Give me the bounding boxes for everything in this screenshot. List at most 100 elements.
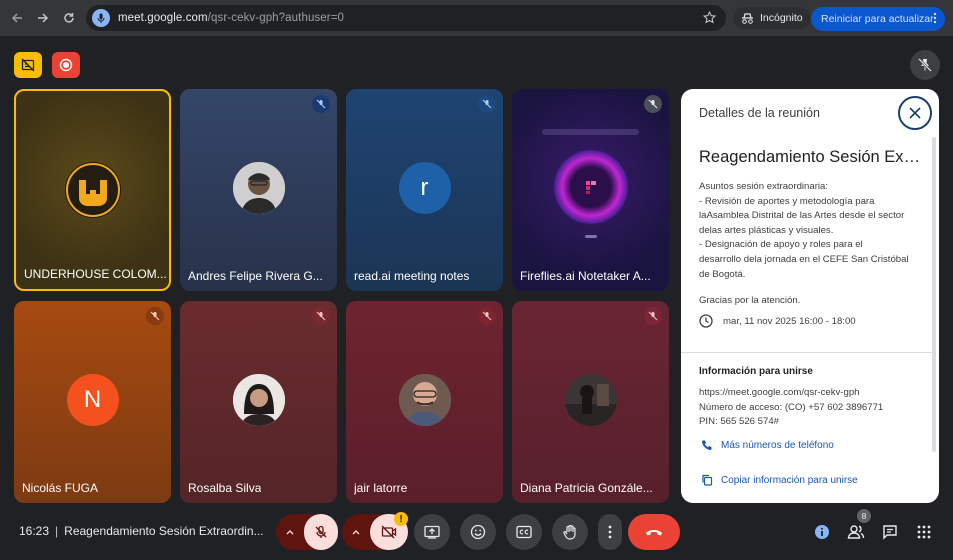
meeting-title-short: Reagendamiento Sesión Extraordin... [64, 524, 264, 538]
more-phone-numbers-link[interactable]: Más números de teléfono [701, 439, 834, 451]
copy-icon [702, 474, 713, 486]
camera-warning-icon[interactable]: ! [394, 512, 408, 526]
participant-avatar: N [66, 374, 119, 426]
restart-to-update-button[interactable]: Reiniciar para actualizar [811, 7, 945, 31]
emoji-icon [470, 524, 486, 540]
muted-mic-icon [146, 307, 164, 325]
address-bar[interactable]: meet.google.com/qsr-cekv-gph?authuser=0 [86, 5, 726, 31]
close-icon [909, 107, 921, 119]
phone-icon [702, 440, 712, 450]
participant-name: read.ai meeting notes [354, 269, 470, 283]
camera-off-icon [381, 525, 397, 539]
separator: | [55, 524, 59, 538]
incognito-label: Incógnito [760, 12, 803, 24]
description-line: Asuntos sesión extraordinaria: [699, 181, 829, 192]
participant-name: Andres Felipe Rivera G... [188, 269, 323, 283]
update-label: Reiniciar para actualizar [821, 13, 934, 25]
muted-mic-icon [644, 307, 662, 325]
activities-grid-icon[interactable] [914, 522, 934, 542]
meeting-details-panel: Detalles de la reunión Reagendamiento Se… [681, 89, 939, 503]
end-call-button[interactable] [628, 514, 680, 550]
more-vert-icon [608, 525, 612, 539]
more-phone-numbers-label: Más números de teléfono [721, 439, 834, 451]
incognito-indicator[interactable]: Incógnito [733, 7, 811, 29]
reactions-button[interactable] [460, 514, 496, 550]
participant-tile[interactable]: N Nicolás FUGA [14, 301, 171, 503]
panel-divider [681, 352, 935, 353]
more-vert-icon[interactable] [933, 12, 937, 27]
url-text: meet.google.com/qsr-cekv-gph?authuser=0 [118, 12, 344, 24]
muted-mic-icon [478, 307, 496, 325]
incognito-icon [742, 12, 753, 24]
description-line: - Designación de apoyo y roles para el [699, 239, 863, 251]
unpin-icon[interactable] [910, 50, 940, 80]
url-path: /qsr-cekv-gph?authuser=0 [207, 12, 345, 24]
participant-tile[interactable]: Andres Felipe Rivera G... [180, 89, 337, 291]
muted-mic-icon [312, 307, 330, 325]
meeting-details-info-icon[interactable] [812, 522, 832, 542]
muted-mic-icon [478, 95, 496, 113]
captions-off-indicator-icon[interactable] [14, 52, 42, 78]
participant-tile[interactable]: r read.ai meeting notes [346, 89, 503, 291]
raise-hand-button[interactable] [552, 514, 588, 550]
meeting-date-row: mar, 11 nov 2025 16:00 - 18:00 [699, 314, 856, 328]
participant-tile[interactable]: UNDERHOUSE COLOM... [14, 89, 171, 291]
mic-control-group [276, 514, 338, 550]
copy-join-info-label: Copiar información para unirse [721, 474, 858, 486]
microphone-site-icon[interactable] [92, 9, 110, 27]
more-options-button[interactable] [598, 514, 622, 550]
captions-button[interactable] [506, 514, 542, 550]
panel-scrollbar[interactable] [932, 137, 936, 452]
avatar-letter: r [420, 174, 429, 201]
hang-up-icon [646, 530, 662, 536]
participant-avatar: r [398, 162, 451, 214]
participant-name: UNDERHOUSE COLOM... [24, 267, 167, 281]
recording-indicator-icon[interactable] [52, 52, 80, 78]
participant-tile[interactable]: Rosalba Silva [180, 301, 337, 503]
participant-count-badge: 8 [857, 509, 871, 523]
thanks-text: Gracias por la atención. [699, 295, 801, 306]
participant-tile[interactable]: Diana Patricia Gonzále... [512, 301, 669, 503]
fireflies-orb [553, 150, 628, 224]
description-line: - Revisión de aportes y metodología para [699, 195, 875, 207]
forward-icon[interactable] [30, 5, 56, 31]
muted-mic-icon [312, 95, 330, 113]
participant-name: Fireflies.ai Notetaker A... [520, 269, 651, 283]
fireflies-prompt-decoration [542, 129, 639, 135]
description-line: delas artes plásticas y visuales. [699, 224, 834, 236]
close-panel-button[interactable] [898, 96, 932, 130]
description-line: desarrollo dela jornada en el CEFE San C… [699, 253, 909, 265]
access-number: Número de acceso: (CO) +57 602 3896771 [699, 401, 884, 413]
raise-hand-icon [563, 524, 576, 540]
mic-options-chevron-icon[interactable] [276, 514, 304, 550]
browser-toolbar: meet.google.com/qsr-cekv-gph?authuser=0 … [0, 0, 953, 36]
chat-icon[interactable] [880, 522, 900, 542]
people-icon[interactable] [846, 522, 866, 542]
panel-title: Detalles de la reunión [699, 106, 820, 120]
present-screen-button[interactable] [414, 514, 450, 550]
copy-join-info-link[interactable]: Copiar información para unirse [701, 474, 858, 486]
participant-name: Diana Patricia Gonzále... [520, 481, 653, 495]
meeting-title: Reagendamiento Sesión Extr... [699, 148, 921, 166]
pin: PIN: 565 526 574# [699, 416, 780, 427]
join-url[interactable]: https://meet.google.com/qsr-cekv-gph [699, 386, 883, 401]
participant-avatar [232, 162, 285, 214]
muted-mic-icon [644, 95, 662, 113]
closed-captions-icon [516, 525, 532, 539]
description-line: de Bogotá. [699, 268, 746, 280]
meeting-date: mar, 11 nov 2025 16:00 - 18:00 [723, 315, 856, 327]
participant-tile[interactable]: jair latorre [346, 301, 503, 503]
camera-options-chevron-icon[interactable] [342, 514, 370, 550]
meeting-time-title: 16:23 | Reagendamiento Sesión Extraordin..… [19, 524, 264, 538]
join-info-heading: Información para unirse [699, 366, 813, 377]
back-icon[interactable] [4, 5, 30, 31]
participant-tile[interactable]: Fireflies.ai Notetaker A... [512, 89, 669, 291]
join-info: https://meet.google.com/qsr-cekv-gph Núm… [699, 386, 883, 430]
mic-toggle-button[interactable] [304, 514, 338, 550]
bookmark-star-icon[interactable] [702, 10, 717, 29]
participant-name: jair latorre [354, 481, 408, 495]
reload-icon[interactable] [56, 5, 82, 31]
participant-avatar [398, 374, 451, 426]
description-line: laAsamblea Distrital de las Artes desde … [699, 210, 905, 222]
clock-icon [699, 314, 713, 328]
